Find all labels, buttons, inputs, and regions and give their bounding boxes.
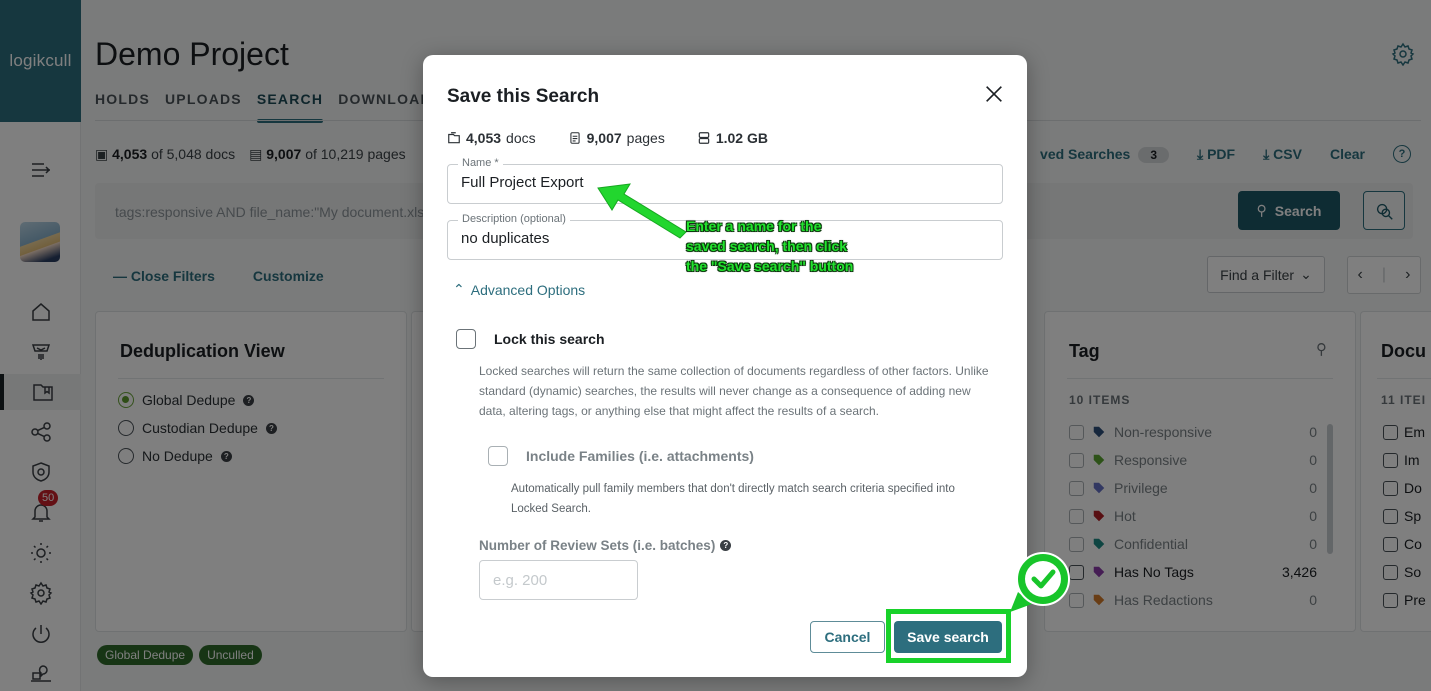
modal-title: Save this Search	[447, 86, 600, 107]
include-families-row[interactable]: Include Families (i.e. attachments)	[488, 446, 754, 466]
lock-search-label: Lock this search	[494, 331, 605, 347]
question-icon[interactable]: ?	[720, 540, 732, 551]
annotation-arrow-icon	[597, 183, 687, 239]
docs-icon	[448, 132, 460, 144]
save-button-highlight	[886, 609, 1011, 663]
size-stat: 1.02 GB	[697, 130, 768, 146]
docs-stat: 4,053 docs	[447, 130, 536, 146]
review-sets-input[interactable]	[479, 560, 638, 600]
include-families-label: Include Families (i.e. attachments)	[526, 448, 754, 464]
save-search-modal: Save this Search 4,053 docs 9,007 pages 1.…	[423, 55, 1027, 677]
close-icon[interactable]	[983, 83, 1005, 105]
advanced-options-toggle[interactable]: ⌃ Advanced Options	[453, 281, 585, 298]
lock-search-description: Locked searches will return the same col…	[479, 364, 989, 418]
include-families-checkbox[interactable]	[488, 446, 508, 466]
modal-stats: 4,053 docs 9,007 pages 1.02 GB	[447, 130, 768, 146]
storage-icon	[698, 132, 710, 144]
name-field[interactable]: Name *	[447, 157, 1003, 204]
pages-stat: 9,007 pages	[568, 130, 665, 146]
lock-search-row[interactable]: Lock this search	[456, 329, 605, 349]
annotation-text: Enter a name for the saved search, then …	[686, 218, 854, 274]
page-icon	[570, 132, 580, 144]
description-label: Description (optional)	[458, 213, 570, 225]
name-input[interactable]	[461, 174, 981, 191]
cancel-button[interactable]: Cancel	[810, 621, 885, 653]
include-families-description: Automatically pull family members that d…	[511, 483, 955, 515]
checkmark-marker-icon	[1010, 552, 1070, 612]
name-label: Name *	[458, 157, 503, 169]
lock-search-checkbox[interactable]	[456, 329, 476, 349]
review-sets-label: Number of Review Sets (i.e. batches) ?	[479, 538, 732, 553]
chevron-up-icon: ⌃	[453, 281, 465, 297]
